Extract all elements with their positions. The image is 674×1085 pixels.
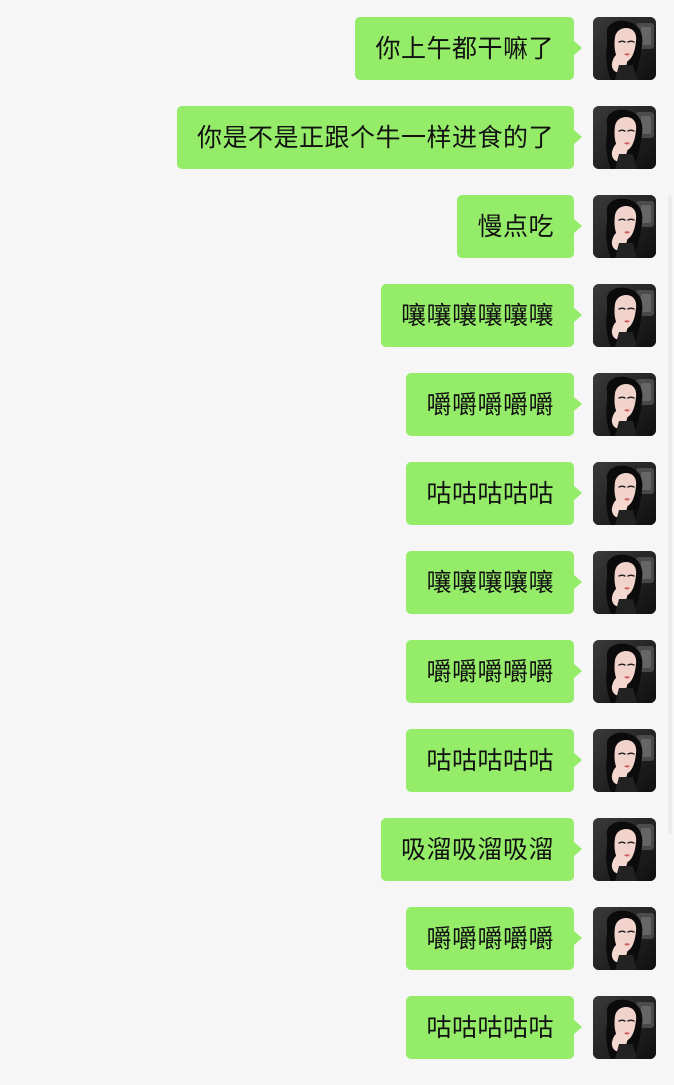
message-bubble[interactable]: 嚼嚼嚼嚼嚼: [406, 373, 582, 436]
message-row: 嚼嚼嚼嚼嚼: [0, 640, 674, 703]
message-bubble[interactable]: 咕咕咕咕咕: [406, 729, 582, 792]
message-row: 咕咕咕咕咕: [0, 729, 674, 792]
message-bubble[interactable]: 慢点吃: [457, 195, 582, 258]
message-bubble[interactable]: 你是不是正跟个牛一样进食的了: [176, 106, 583, 169]
message-bubble[interactable]: 嚼嚼嚼嚼嚼: [406, 640, 582, 703]
message-bubble[interactable]: 嚷嚷嚷嚷嚷嚷: [380, 284, 583, 347]
message-row: 嚷嚷嚷嚷嚷: [0, 551, 674, 614]
user-avatar[interactable]: [593, 640, 656, 703]
message-bubble[interactable]: 咕咕咕咕咕: [406, 996, 582, 1059]
user-avatar[interactable]: [593, 907, 656, 970]
message-row: 咕咕咕咕咕: [0, 462, 674, 525]
user-avatar[interactable]: [593, 284, 656, 347]
message-bubble[interactable]: 咕咕咕咕咕: [406, 462, 582, 525]
user-avatar[interactable]: [593, 729, 656, 792]
scrollbar[interactable]: [668, 195, 672, 835]
message-row: 吸溜吸溜吸溜: [0, 818, 674, 881]
user-avatar[interactable]: [593, 462, 656, 525]
user-avatar[interactable]: [593, 818, 656, 881]
user-avatar[interactable]: [593, 17, 656, 80]
message-row: 咕咕咕咕咕: [0, 996, 674, 1059]
message-row: 嚷嚷嚷嚷嚷嚷: [0, 284, 674, 347]
message-row: 慢点吃: [0, 195, 674, 258]
chat-message-list: 你上午都干嘛了 你是不是正跟个牛一样进食的了 慢点吃 嚷嚷嚷嚷嚷嚷 嚼嚼嚼嚼嚼 …: [0, 17, 674, 1085]
message-bubble[interactable]: 嚷嚷嚷嚷嚷: [406, 551, 582, 614]
message-row: 你是不是正跟个牛一样进食的了: [0, 106, 674, 169]
user-avatar[interactable]: [593, 996, 656, 1059]
message-row: 嚼嚼嚼嚼嚼: [0, 907, 674, 970]
user-avatar[interactable]: [593, 373, 656, 436]
message-bubble[interactable]: 吸溜吸溜吸溜: [380, 818, 583, 881]
user-avatar[interactable]: [593, 195, 656, 258]
message-bubble[interactable]: 你上午都干嘛了: [355, 17, 582, 80]
user-avatar[interactable]: [593, 551, 656, 614]
user-avatar[interactable]: [593, 106, 656, 169]
message-row: 你上午都干嘛了: [0, 17, 674, 80]
message-row: 嚼嚼嚼嚼嚼: [0, 373, 674, 436]
message-bubble[interactable]: 嚼嚼嚼嚼嚼: [406, 907, 582, 970]
